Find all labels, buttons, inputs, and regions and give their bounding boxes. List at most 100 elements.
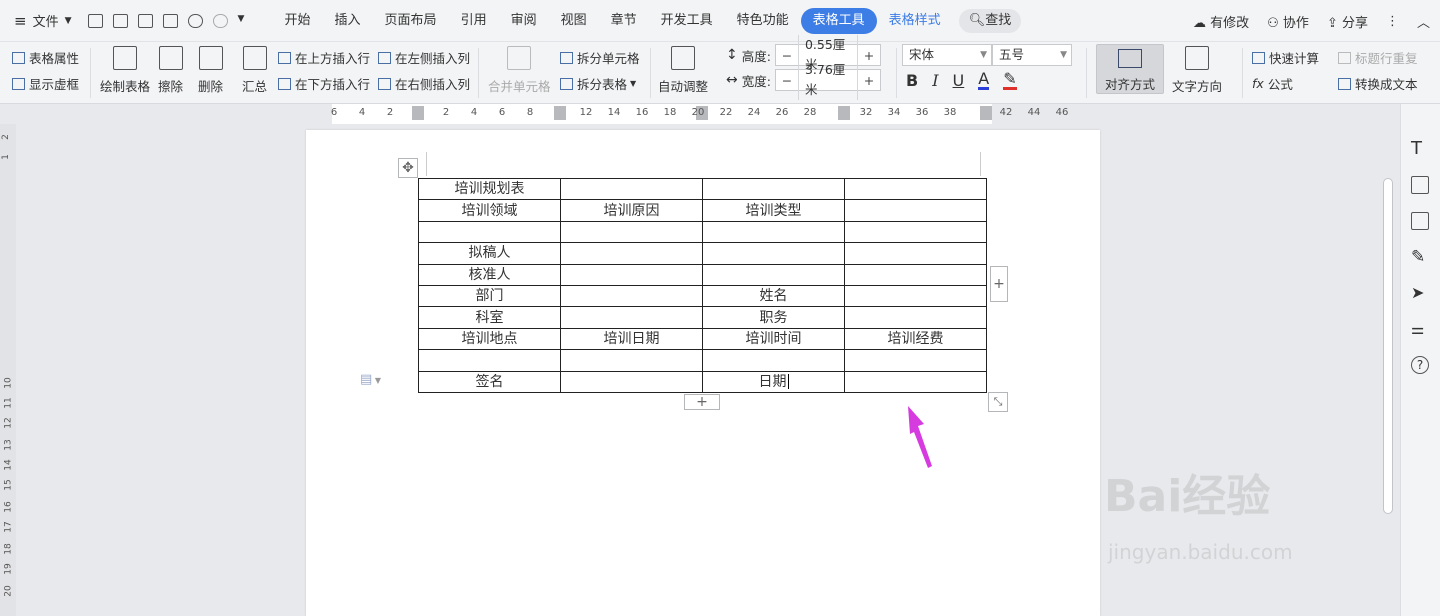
text-style-icon[interactable]: T bbox=[1411, 140, 1429, 158]
table-cell[interactable] bbox=[560, 242, 703, 265]
font-name-select[interactable]: 宋体 ▼ bbox=[902, 44, 992, 66]
align-button[interactable]: 对齐方式 bbox=[1096, 44, 1164, 94]
font-color-icon[interactable]: A bbox=[978, 71, 990, 90]
table-cell[interactable] bbox=[418, 349, 561, 372]
ruler-column-marker[interactable] bbox=[980, 106, 992, 120]
pointer-icon[interactable]: ➤ bbox=[1411, 284, 1429, 302]
help-icon[interactable]: ? bbox=[1411, 356, 1429, 374]
width-decrease-button[interactable]: − bbox=[776, 73, 798, 88]
ruler-column-marker[interactable] bbox=[412, 106, 424, 120]
tab-home[interactable]: 开始 bbox=[273, 8, 323, 34]
tab-developer[interactable]: 开发工具 bbox=[649, 8, 725, 34]
vertical-scrollbar[interactable] bbox=[1380, 124, 1396, 616]
search-button[interactable]: 🔍︎查找 bbox=[958, 8, 1022, 33]
pen-icon[interactable]: ✎ bbox=[1411, 248, 1429, 266]
erase-button[interactable]: 擦除 bbox=[158, 46, 183, 95]
collapse-ribbon-icon[interactable]: ︿ bbox=[1417, 12, 1430, 31]
table-cell[interactable]: 职务 bbox=[702, 306, 845, 329]
font-size-select[interactable]: 五号 ▼ bbox=[992, 44, 1072, 66]
split-cells-button[interactable]: 拆分单元格 bbox=[560, 48, 640, 67]
table-move-handle[interactable]: ✥ bbox=[398, 158, 418, 178]
table-cell[interactable] bbox=[844, 349, 987, 372]
table-cell-active[interactable]: 日期 bbox=[702, 370, 845, 393]
table-cell[interactable] bbox=[844, 199, 987, 222]
bold-icon[interactable]: B bbox=[906, 71, 918, 90]
highlight-icon[interactable]: ✎ bbox=[1003, 71, 1017, 90]
tab-page-layout[interactable]: 页面布局 bbox=[373, 8, 449, 34]
height-decrease-button[interactable]: − bbox=[776, 48, 798, 63]
table-cell[interactable]: 签名 bbox=[418, 370, 561, 393]
table-cell[interactable] bbox=[844, 242, 987, 265]
scrollbar-thumb[interactable] bbox=[1383, 178, 1393, 514]
table-cell[interactable]: 培训地点 bbox=[418, 327, 561, 351]
insert-row-above-button[interactable]: 在上方插入行 bbox=[278, 48, 370, 67]
insert-col-right-button[interactable]: 在右侧插入列 bbox=[378, 74, 470, 93]
table-cell[interactable] bbox=[702, 263, 845, 286]
table-resize-handle[interactable]: ⤡ bbox=[988, 392, 1008, 412]
italic-icon[interactable]: I bbox=[932, 71, 938, 90]
width-input[interactable]: 3.76厘米 bbox=[797, 60, 858, 100]
tab-references[interactable]: 引用 bbox=[449, 8, 499, 34]
table-cell[interactable]: 拟稿人 bbox=[418, 242, 561, 265]
table-cell[interactable] bbox=[844, 370, 987, 393]
table-cell[interactable] bbox=[560, 263, 703, 286]
share-button[interactable]: ⇪ 分享 bbox=[1327, 12, 1368, 31]
tab-view[interactable]: 视图 bbox=[549, 8, 599, 34]
more-icon[interactable]: ⋮ bbox=[1386, 14, 1399, 29]
table-cell[interactable]: 培训经费 bbox=[844, 327, 987, 351]
table-cell[interactable]: 培训类型 bbox=[702, 199, 845, 222]
auto-fit-button[interactable]: 自动调整 bbox=[658, 46, 708, 95]
table-cell[interactable]: 培训规划表 bbox=[418, 177, 561, 201]
sliders-icon[interactable]: ⚌ bbox=[1411, 320, 1429, 338]
table-cell[interactable] bbox=[844, 177, 987, 201]
table-cell[interactable] bbox=[560, 306, 703, 329]
table-properties-button[interactable]: 表格属性 bbox=[12, 48, 79, 67]
undo-icon[interactable] bbox=[187, 13, 203, 28]
table-cell[interactable] bbox=[702, 220, 845, 244]
table-cell[interactable]: 科室 bbox=[418, 306, 561, 329]
insert-row-below-button[interactable]: 在下方插入行 bbox=[278, 74, 370, 93]
add-column-button[interactable]: + bbox=[990, 266, 1008, 302]
training-plan-table[interactable]: 培训规划表 培训领域 培训原因 培训类型 拟稿人 核准人 部门 姓名 科室 职务 培训地… bbox=[418, 177, 987, 393]
table-cell[interactable]: 培训原因 bbox=[560, 199, 703, 222]
draw-table-button[interactable]: 绘制表格 bbox=[100, 46, 150, 95]
print-icon[interactable] bbox=[137, 13, 153, 28]
tab-table-tools[interactable]: 表格工具 bbox=[800, 7, 877, 34]
underline-icon[interactable]: U bbox=[953, 71, 965, 90]
paragraph-options-icon[interactable]: ▤ ▼ bbox=[360, 372, 381, 387]
table-cell[interactable] bbox=[844, 306, 987, 329]
document-page[interactable]: ✥ 培训规划表 培训领域 培训原因 培训类型 拟稿人 核准人 部门 姓名 科室 职务 培… bbox=[306, 130, 1100, 616]
table-cell[interactable]: 核准人 bbox=[418, 263, 561, 286]
delete-button[interactable]: 删除 bbox=[198, 46, 223, 95]
format-painter-icon[interactable] bbox=[112, 13, 128, 28]
redo-icon[interactable] bbox=[212, 13, 228, 28]
modified-button[interactable]: ☁ 有修改 bbox=[1193, 12, 1249, 31]
table-cell[interactable] bbox=[560, 177, 703, 201]
collab-button[interactable]: ⚇ 协作 bbox=[1267, 12, 1309, 31]
tab-review[interactable]: 审阅 bbox=[499, 8, 549, 34]
table-cell[interactable]: 培训领域 bbox=[418, 199, 561, 222]
quick-calc-button[interactable]: 快速计算 bbox=[1252, 48, 1319, 67]
ruler-column-marker[interactable] bbox=[838, 106, 850, 120]
repeat-header-button[interactable]: 标题行重复 bbox=[1338, 48, 1418, 67]
ruler-column-marker[interactable] bbox=[554, 106, 566, 120]
table-cell[interactable] bbox=[844, 263, 987, 286]
table-cell[interactable] bbox=[560, 370, 703, 393]
summary-button[interactable]: 汇总 bbox=[242, 46, 267, 95]
split-table-button[interactable]: 拆分表格 ▼ bbox=[560, 74, 636, 93]
table-cell[interactable] bbox=[418, 220, 561, 244]
doc-settings-icon[interactable] bbox=[1411, 212, 1429, 230]
vertical-ruler[interactable]: 2 1 10 11 12 13 14 15 16 17 18 19 20 bbox=[0, 124, 16, 616]
more-chevron-icon[interactable]: ▼ bbox=[238, 14, 253, 28]
tab-special[interactable]: 特色功能 bbox=[725, 8, 801, 34]
horizontal-ruler[interactable]: 6 4 2 2 4 6 8 12 14 16 18 20 22 24 26 28… bbox=[0, 104, 1400, 124]
insert-col-left-button[interactable]: 在左侧插入列 bbox=[378, 48, 470, 67]
table-cell[interactable] bbox=[702, 349, 845, 372]
show-gridlines-button[interactable]: 显示虚框 bbox=[12, 74, 79, 93]
width-increase-button[interactable]: + bbox=[858, 73, 880, 88]
tab-table-style[interactable]: 表格样式 bbox=[877, 8, 953, 34]
table-cell[interactable] bbox=[844, 284, 987, 308]
tab-chapter[interactable]: 章节 bbox=[599, 8, 649, 34]
formula-button[interactable]: fx 公式 bbox=[1252, 74, 1293, 93]
doc-check-icon[interactable] bbox=[1411, 176, 1429, 194]
